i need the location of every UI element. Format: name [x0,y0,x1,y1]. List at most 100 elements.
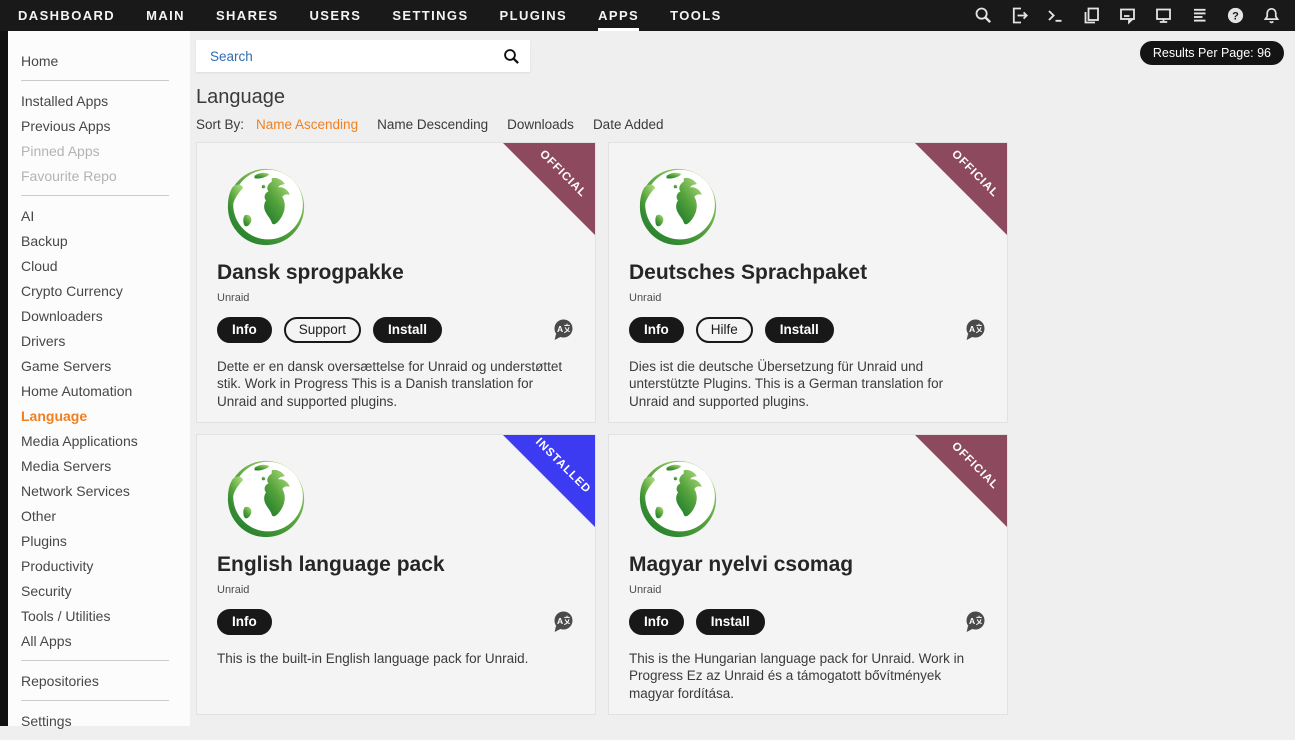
sidebar-item-security[interactable]: Security [21,578,169,603]
logout-icon[interactable] [1010,6,1029,25]
sidebar-item-installed-apps[interactable]: Installed Apps [21,88,169,113]
sidebar-item-label: Drivers [21,333,65,349]
nav-item-shares[interactable]: SHARES [216,0,279,31]
sidebar-item-label: Home [21,53,58,69]
terminal-icon[interactable] [1046,6,1065,25]
sidebar-item-home-automation[interactable]: Home Automation [21,378,169,403]
results-per-page-badge[interactable]: Results Per Page: 96 [1140,41,1284,65]
sidebar-item-crypto-currency[interactable]: Crypto Currency [21,278,169,303]
sort-option-label: Downloads [507,117,574,132]
app-actions: Info Support Install A [217,317,575,343]
sidebar-item-label: Settings [21,713,72,729]
sidebar-group: Repositories [21,660,169,700]
log-icon[interactable] [1190,6,1209,25]
sidebar-item-label: Installed Apps [21,93,108,109]
sort-option-label: Name Descending [377,117,488,132]
install-button[interactable]: Install [765,317,834,343]
install-button[interactable]: Install [373,317,442,343]
app-description: This is the Hungarian language pack for … [629,650,985,703]
nav-item-dashboard[interactable]: DASHBOARD [18,0,115,31]
feedback-icon[interactable] [1118,6,1137,25]
sidebar-item-favourite-repo[interactable]: Favourite Repo [21,163,169,188]
app-title: English language pack [217,553,575,577]
sidebar-item-backup[interactable]: Backup [21,228,169,253]
app-card: OFFICIAL [196,142,596,423]
nav-item-label: USERS [310,8,362,23]
sidebar-item-plugins[interactable]: Plugins [21,528,169,553]
info-button[interactable]: Info [217,609,272,635]
display-icon[interactable] [1154,6,1173,25]
info-button[interactable]: Info [629,317,684,343]
app-actions: Info Hilfe Install A [629,317,987,343]
app-repo: Unraid [629,584,987,596]
svg-text:?: ? [1232,10,1239,22]
sidebar-item-label: Downloaders [21,308,103,324]
sidebar-item-all-apps[interactable]: All Apps [21,628,169,653]
search-submit-icon[interactable] [503,48,520,65]
nav-item-tools[interactable]: TOOLS [670,0,722,31]
copy-icon[interactable] [1082,6,1101,25]
sort-option-label: Date Added [593,117,664,132]
info-button[interactable]: Info [629,609,684,635]
sort-name-ascending[interactable]: Name Ascending [256,117,358,132]
sidebar-item-home[interactable]: Home [21,48,169,73]
sidebar-item-language[interactable]: Language [21,403,169,428]
svg-text:A: A [557,324,563,334]
sidebar-item-tools-utilities[interactable]: Tools / Utilities [21,603,169,628]
sidebar-item-network-services[interactable]: Network Services [21,478,169,503]
status-ribbon-label: OFFICIAL [925,434,1008,516]
sidebar-item-pinned-apps[interactable]: Pinned Apps [21,138,169,163]
sidebar-item-label: Pinned Apps [21,143,100,159]
sidebar-group: Home [21,41,169,80]
sidebar-item-label: AI [21,208,34,224]
app-repo: Unraid [217,292,575,304]
app-actions: Info Install A [629,609,987,635]
sidebar-item-previous-apps[interactable]: Previous Apps [21,113,169,138]
sort-bar: Sort By: Name Ascending Name Descending … [196,117,1295,132]
sidebar-item-game-servers[interactable]: Game Servers [21,353,169,378]
install-button[interactable]: Install [696,609,765,635]
sidebar-item-drivers[interactable]: Drivers [21,328,169,353]
left-edge-strip [0,31,8,726]
sidebar-item-label: Home Automation [21,383,132,399]
app-title: Deutsches Sprachpaket [629,261,987,285]
sidebar-group: Settings [21,700,169,740]
sidebar-item-other[interactable]: Other [21,503,169,528]
search-input[interactable] [208,48,503,65]
info-button[interactable]: Info [217,317,272,343]
help-icon[interactable]: ? [1226,6,1245,25]
sort-name-descending[interactable]: Name Descending [377,117,488,132]
sidebar-item-label: Productivity [21,558,93,574]
support-button[interactable]: Support [284,317,361,343]
sidebar-item-media-servers[interactable]: Media Servers [21,453,169,478]
nav-item-label: MAIN [146,8,185,23]
sidebar-item-ai[interactable]: AI [21,203,169,228]
sort-date-added[interactable]: Date Added [593,117,664,132]
app-title: Magyar nyelvi csomag [629,553,987,577]
globe-icon [637,166,719,248]
top-nav: DASHBOARD MAIN SHARES USERS SETTINGS PLU… [0,0,1295,31]
app-description: This is the built-in English language pa… [217,650,573,668]
sidebar-item-productivity[interactable]: Productivity [21,553,169,578]
search-icon[interactable] [974,6,993,25]
sidebar-item-settings[interactable]: Settings [21,708,169,733]
sort-downloads[interactable]: Downloads [507,117,574,132]
nav-item-plugins[interactable]: PLUGINS [500,0,568,31]
nav-item-main[interactable]: MAIN [146,0,185,31]
app-description: Dies ist die deutsche Übersetzung für Un… [629,358,985,411]
support-button[interactable]: Hilfe [696,317,753,343]
sidebar-item-media-applications[interactable]: Media Applications [21,428,169,453]
sidebar-item-downloaders[interactable]: Downloaders [21,303,169,328]
status-ribbon: OFFICIAL [915,143,1007,235]
globe-icon [225,458,307,540]
translate-icon: A [963,318,987,342]
nav-item-settings[interactable]: SETTINGS [392,0,468,31]
sidebar-item-label: Repositories [21,673,99,689]
sidebar-item-repositories[interactable]: Repositories [21,668,169,693]
nav-item-apps[interactable]: APPS [598,0,639,31]
sidebar-item-cloud[interactable]: Cloud [21,253,169,278]
notifications-icon[interactable] [1262,6,1281,25]
sidebar-group: AI Backup Cloud Crypto Currency Download… [21,195,169,660]
page-title: Language [196,86,1295,109]
nav-item-users[interactable]: USERS [310,0,362,31]
